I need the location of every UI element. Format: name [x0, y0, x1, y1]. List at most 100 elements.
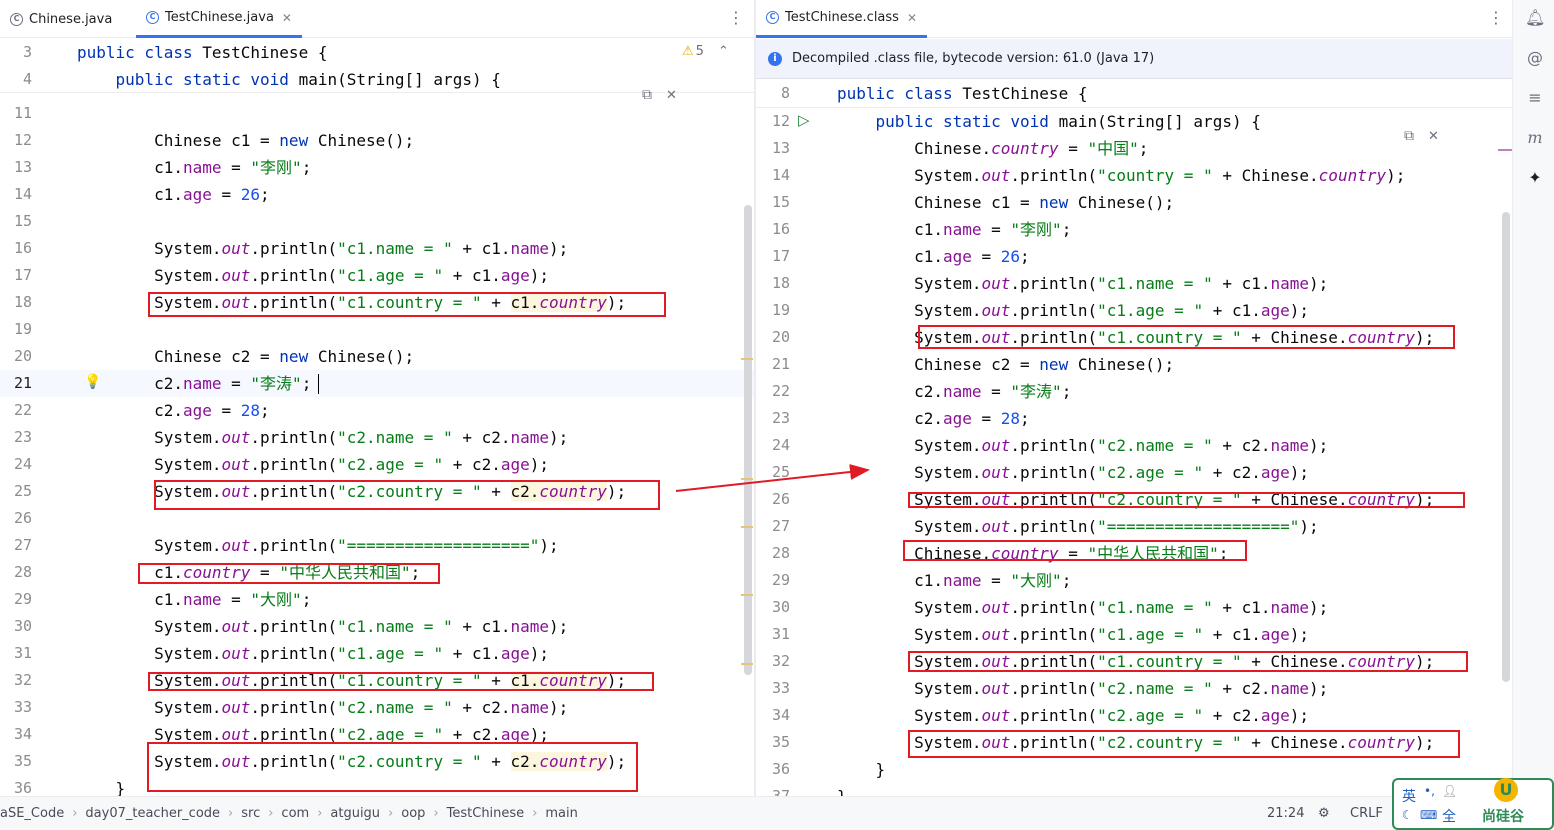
code-token: ); [1386, 166, 1406, 185]
line-number: 29 [13, 590, 32, 608]
line-number: 36 [13, 779, 32, 796]
plugin-icon[interactable]: ✦ [1525, 168, 1545, 188]
code-token: out [981, 679, 1011, 698]
code-token: = [981, 382, 1011, 401]
code-token: "c1.age = " [1097, 625, 1204, 644]
code-token: age [500, 266, 530, 285]
code-token: ); [539, 536, 559, 555]
reader-mode-icon[interactable]: ⧉ [642, 87, 652, 103]
code-token: ); [1299, 517, 1319, 536]
class-icon: C [766, 11, 779, 24]
ime-fullwidth[interactable]: 全 [1442, 806, 1456, 826]
line-number: 17 [771, 247, 790, 265]
code-token: System. [837, 328, 982, 347]
code-line: 36 } [0, 775, 754, 796]
reader-mode-icon[interactable]: ⧉ [1404, 128, 1414, 144]
code-token: ; [1061, 220, 1072, 239]
code-token: "c1.country = " [1097, 328, 1242, 347]
breadcrumb-item[interactable]: src [241, 806, 260, 821]
code-text: System.out.println("c1.age = " + c1.age)… [837, 621, 1309, 648]
breadcrumb-item[interactable]: com [281, 806, 309, 821]
code-token: System. [77, 752, 222, 771]
bulb-icon[interactable]: 💡 [84, 374, 101, 390]
code-line: 34 System.out.println("c2.age = " + c2.a… [756, 702, 1512, 729]
breadcrumb-item[interactable]: atguigu [330, 806, 380, 821]
caret-position[interactable]: 21:24 [1267, 806, 1304, 821]
maven-icon[interactable]: m [1525, 128, 1545, 148]
breadcrumb-item[interactable]: aSE_Code [0, 806, 64, 821]
more-actions-icon[interactable]: ⋮ [728, 8, 744, 27]
code-area[interactable]: 11 12 Chinese c1 = new Chinese(); 13 c1.na… [0, 100, 754, 796]
line-ending[interactable]: CRLF [1350, 806, 1383, 821]
tab-chinese-java[interactable]: C Chinese.java [0, 0, 122, 38]
scrollbar[interactable] [744, 205, 752, 675]
code-token: out [221, 698, 251, 717]
code-token: "c2.name = " [337, 428, 453, 447]
close-tab-icon[interactable]: ✕ [907, 11, 917, 25]
chevron-right-icon: › [317, 806, 323, 821]
scrollbar[interactable] [1502, 212, 1510, 682]
close-icon[interactable]: ✕ [1428, 129, 1439, 144]
line-number: 22 [13, 401, 32, 419]
ai-assistant-icon[interactable]: @ [1525, 48, 1545, 68]
code-token: country [539, 482, 607, 501]
code-token: name [182, 158, 222, 177]
breadcrumb-item[interactable]: TestChinese [447, 806, 525, 821]
code-token: country [182, 563, 251, 582]
code-token: out [981, 652, 1011, 671]
code-token: out [221, 428, 251, 447]
code-token: = [211, 401, 241, 420]
breadcrumb-item[interactable]: day07_teacher_code [85, 806, 220, 821]
run-icon[interactable]: ▷ [798, 111, 810, 129]
code-token: .println( [250, 239, 338, 258]
code-line: 13 c1.name = "李刚"; [0, 154, 754, 181]
reader-mode-widget[interactable]: ⧉ ✕ [1404, 128, 1439, 144]
breadcrumb-item[interactable]: main [545, 806, 577, 821]
code-token: = [981, 220, 1011, 239]
code-token: System. [837, 517, 982, 536]
code-token: ; [1020, 409, 1030, 428]
code-token: new [279, 347, 318, 366]
code-token: ); [1289, 706, 1310, 725]
class-icon: C [146, 11, 159, 24]
code-text: public class TestChinese { [837, 80, 1087, 107]
code-area[interactable]: 12 public static void main(String[] args… [756, 108, 1512, 796]
code-line: 14 c1.age = 26; [0, 181, 754, 208]
code-token: System. [837, 463, 982, 482]
ime-lang[interactable]: 英 [1402, 786, 1416, 806]
code-token: ); [1415, 490, 1435, 509]
code-text: } [77, 775, 126, 796]
chevron-right-icon: › [388, 806, 394, 821]
chevron-up-icon[interactable]: ⌃ [718, 44, 729, 59]
code-text: System.out.println("c1.age = " + c1.age)… [77, 640, 549, 667]
sticky-lines: 3 public class TestChinese {4 public stat… [0, 39, 754, 93]
decompiled-banner: i Decompiled .class file, bytecode versi… [756, 39, 1512, 79]
code-text: } [837, 783, 847, 796]
code-line: 25 System.out.println("c2.country = " + … [0, 478, 754, 505]
code-token: ); [549, 698, 569, 717]
notifications-icon[interactable]: 🔔︎ [1525, 8, 1545, 28]
code-token: + c2. [1203, 706, 1261, 725]
close-tab-icon[interactable]: ✕ [282, 11, 292, 25]
code-token: "c2.age = " [1097, 463, 1204, 482]
vcs-icon[interactable]: ⚙ [1318, 806, 1330, 821]
right-editor-pane: C TestChinese.class ✕ ⋮ i Decompiled .cl… [756, 0, 1512, 796]
tab-testchinese-java[interactable]: C TestChinese.java ✕ [136, 0, 302, 38]
code-text: System.out.println("c2.age = " + c2.age)… [837, 702, 1309, 729]
breadcrumb-item[interactable]: oop [401, 806, 425, 821]
code-token: "country = " [1097, 166, 1213, 185]
code-text: System.out.println("c1.age = " + c1.age)… [837, 297, 1309, 324]
line-number: 31 [771, 625, 790, 643]
line-number: 25 [13, 482, 32, 500]
close-icon[interactable]: ✕ [666, 88, 677, 103]
more-actions-icon[interactable]: ⋮ [1488, 8, 1504, 27]
inspection-widget[interactable]: ⚠ 5 ⌃ [682, 44, 729, 59]
code-token: out [981, 328, 1011, 347]
code-token: c1. [77, 563, 183, 582]
code-token: = [221, 158, 251, 177]
reader-mode-widget[interactable]: ⧉ ✕ [642, 87, 677, 103]
line-number: 32 [13, 671, 32, 689]
database-icon[interactable]: ≡ [1525, 88, 1545, 108]
code-token: = [1058, 139, 1088, 158]
tab-testchinese-class[interactable]: C TestChinese.class ✕ [756, 0, 928, 38]
